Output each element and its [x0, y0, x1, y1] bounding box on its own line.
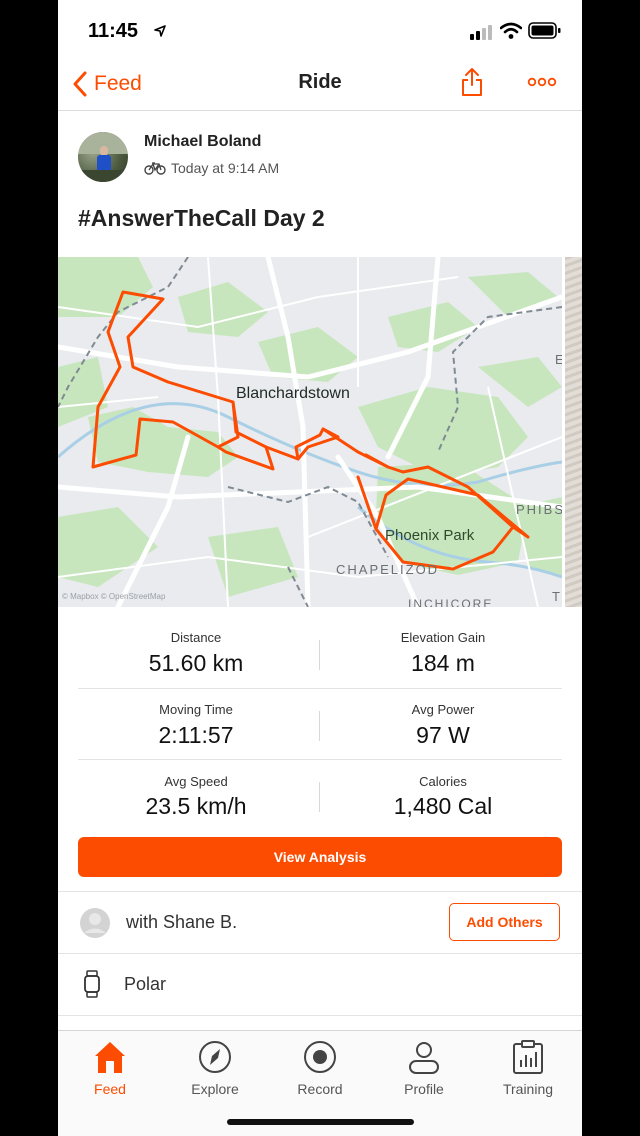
map-label-edge-t: T	[552, 589, 560, 604]
stat-divider	[319, 640, 320, 670]
page-title: Ride	[298, 71, 342, 93]
map-label-park: Phoenix Park	[385, 527, 475, 544]
stat-value-moving-time: 2:11:57	[158, 722, 234, 748]
view-analysis-button[interactable]: View Analysis	[78, 837, 562, 877]
stat-row-divider	[78, 759, 562, 760]
tab-label: Feed	[94, 1081, 126, 1097]
wifi-icon	[500, 22, 522, 39]
map-attribution[interactable]: © Mapbox © OpenStreetMap	[62, 592, 165, 601]
tab-training[interactable]: Training	[476, 1037, 580, 1097]
map-label-chapelizod: CHAPELIZOD	[336, 562, 440, 577]
map-canvas	[58, 257, 562, 607]
stat-value-elevation: 184 m	[411, 650, 475, 676]
stat-label-avg-power: Avg Power	[411, 702, 475, 717]
tab-label: Explore	[191, 1081, 239, 1097]
tab-profile[interactable]: Profile	[372, 1037, 476, 1097]
battery-icon	[528, 22, 561, 39]
profile-icon	[409, 1042, 439, 1074]
add-others-button[interactable]: Add Others	[449, 903, 560, 941]
watch-icon	[84, 970, 100, 998]
stat-value-distance: 51.60 km	[148, 650, 244, 676]
tab-label: Training	[502, 1081, 554, 1097]
activity-timestamp: Today at 9:14 AM	[171, 160, 280, 176]
stat-value-avg-speed: 23.5 km/h	[145, 793, 247, 819]
activity-meta: Today at 9:14 AM	[144, 160, 279, 176]
stat-row-divider	[78, 688, 562, 689]
stat-label-elevation: Elevation Gain	[400, 630, 486, 645]
map-label-inchicore: INCHICORE	[408, 597, 494, 607]
route-map[interactable]: Blanchardstown Phoenix Park CHAPELIZOD P…	[58, 257, 562, 607]
stat-value-calories: 1,480 Cal	[393, 793, 493, 819]
home-icon	[95, 1042, 125, 1073]
tab-label: Record	[297, 1081, 343, 1097]
more-options-icon[interactable]	[527, 77, 557, 87]
map-label-edge-e: E	[555, 352, 562, 367]
bike-icon	[144, 162, 166, 175]
tab-explore[interactable]: Explore	[163, 1037, 267, 1097]
map-label-town: Blanchardstown	[236, 385, 350, 402]
section-divider	[58, 953, 582, 954]
activity-title: #AnswerTheCall Day 2	[78, 205, 325, 231]
elevation-strip	[565, 257, 582, 607]
stat-label-calories: Calories	[419, 774, 467, 789]
stat-label-avg-speed: Avg Speed	[164, 774, 228, 789]
stat-value-avg-power: 97 W	[416, 722, 470, 748]
activity-screen: 11:45 Feed Ride Michael Boland Today at …	[58, 0, 582, 1136]
status-time: 11:45	[88, 20, 139, 42]
group-avatar[interactable]	[79, 907, 111, 939]
stat-divider	[319, 782, 320, 812]
stat-divider	[319, 711, 320, 741]
map-label-phibs: PHIBS	[516, 502, 562, 517]
stat-label-moving-time: Moving Time	[159, 702, 233, 717]
location-arrow-icon	[154, 25, 166, 37]
signal-icon	[470, 25, 492, 40]
tab-label: Profile	[404, 1081, 444, 1097]
device-name: Polar	[124, 974, 167, 994]
group-with-text[interactable]: with Shane B.	[126, 912, 237, 933]
avatar-photo	[78, 132, 128, 182]
section-divider	[58, 1015, 582, 1016]
tab-feed[interactable]: Feed	[58, 1037, 162, 1097]
athlete-name[interactable]: Michael Boland	[144, 133, 261, 151]
athlete-avatar[interactable]	[78, 132, 128, 182]
stat-label-distance: Distance	[170, 630, 222, 645]
nav-divider	[58, 110, 582, 111]
tab-record[interactable]: Record	[268, 1037, 372, 1097]
section-divider	[58, 891, 582, 892]
record-icon	[304, 1041, 336, 1073]
compass-icon	[199, 1041, 231, 1073]
training-icon	[513, 1040, 543, 1074]
share-icon[interactable]	[461, 67, 483, 97]
home-indicator	[227, 1119, 414, 1125]
